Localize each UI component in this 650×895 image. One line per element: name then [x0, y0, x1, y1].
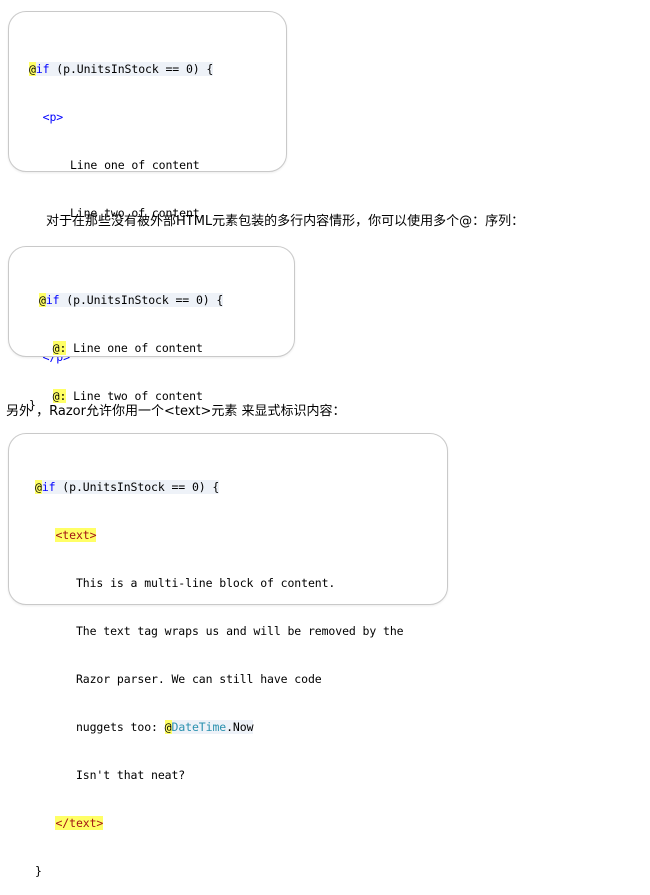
code-line: The text tag wraps us and will be remove…	[35, 623, 404, 639]
razor-at: @	[35, 480, 42, 494]
nugget-prefix: nuggets too:	[75, 720, 165, 734]
if-condition: (p.UnitsInStock == 0) {	[49, 62, 214, 76]
code-line-if: @if (p.UnitsInStock == 0) {	[39, 292, 223, 308]
code-line-close: }	[35, 863, 404, 879]
text-close-tag: </text>	[55, 816, 104, 830]
type-name: DateTime	[171, 720, 227, 734]
code-line: Razor parser. We can still have code	[35, 671, 404, 687]
razor-line-marker: @:	[52, 341, 67, 355]
code-line: This is a multi-line block of content.	[35, 575, 404, 591]
code-line-text-close: </text>	[35, 815, 404, 831]
razor-at: @	[29, 62, 36, 76]
code-line-text-open: <text>	[35, 527, 404, 543]
code-line-if: @if (p.UnitsInStock == 0) {	[29, 61, 220, 77]
paragraph-multiline-note: 对于在那些没有被外部HTML元素包装的多行内容情形，你可以使用多个@：序列：	[46, 214, 525, 229]
close-brace: }	[35, 864, 42, 878]
if-condition: (p.UnitsInStock == 0) {	[55, 480, 220, 494]
code-line: Line one of content	[29, 157, 220, 173]
code-line-if: @if (p.UnitsInStock == 0) {	[35, 479, 404, 495]
text-open-tag: <text>	[55, 528, 97, 542]
keyword-if: if	[35, 62, 50, 76]
if-condition: (p.UnitsInStock == 0) {	[59, 293, 224, 307]
content-line: The text tag wraps us and will be remove…	[75, 624, 404, 638]
keyword-if: if	[41, 480, 56, 494]
razor-at: @	[39, 293, 46, 307]
content-line: Line one of content	[69, 158, 200, 172]
content-line: Isn't that neat?	[75, 768, 186, 782]
paragraph-text-element-note: 另外 ，Razor允许你用一个<text>元素 来显式标识内容：	[6, 404, 346, 419]
code-line: Isn't that neat?	[35, 767, 404, 783]
keyword-if: if	[45, 293, 60, 307]
content-line: Line one of content	[73, 341, 203, 355]
content-line: Razor parser. We can still have code	[75, 672, 322, 686]
member-access: .Now	[226, 720, 254, 734]
code-block-3-content: @if (p.UnitsInStock == 0) { <text> This …	[35, 447, 404, 895]
code-line: @: Line one of content	[39, 340, 223, 356]
code-line-p-open: <p>	[29, 109, 220, 125]
p-open-tag: <p>	[42, 110, 64, 124]
code-line-nugget: nuggets too: @DateTime.Now	[35, 719, 404, 735]
razor-at: @	[164, 720, 172, 734]
content-line: This is a multi-line block of content.	[75, 576, 336, 590]
